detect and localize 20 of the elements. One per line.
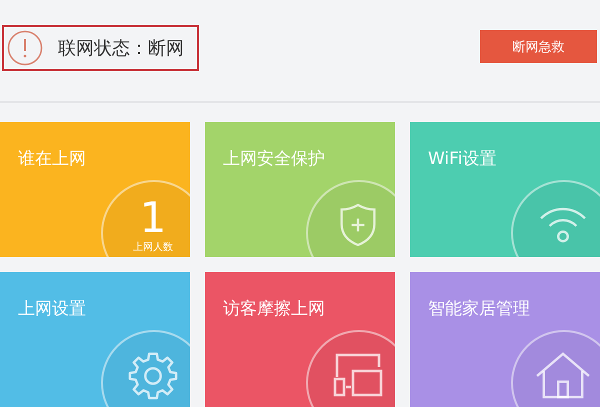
menu-tile[interactable]: 谁在上网 1 上网人数	[0, 122, 190, 257]
tile-title: 上网安全保护	[223, 148, 326, 170]
devices-icon	[333, 353, 383, 397]
online-count-label: 上网人数	[133, 240, 173, 254]
shield-plus-icon	[338, 202, 378, 248]
tile-title: 上网设置	[18, 298, 87, 320]
online-count: 1	[140, 196, 166, 240]
menu-tile[interactable]: 上网设置	[0, 272, 190, 407]
menu-tile[interactable]: 智能家居管理	[410, 272, 600, 407]
tile-title: WiFi设置	[428, 148, 498, 170]
menu-tile[interactable]: 访客摩擦上网	[205, 272, 395, 407]
tile-title: 智能家居管理	[428, 298, 531, 320]
settings-icon	[128, 350, 178, 400]
connection-status-text: 联网状态：断网	[58, 37, 184, 60]
menu-tile[interactable]: WiFi设置	[410, 122, 600, 257]
house-icon	[534, 351, 592, 399]
tile-title: 谁在上网	[18, 148, 87, 170]
tile-title: 访客摩擦上网	[223, 298, 326, 320]
network-rescue-button[interactable]: 断网急救	[480, 30, 597, 63]
menu-tile[interactable]: 上网安全保护	[205, 122, 395, 257]
